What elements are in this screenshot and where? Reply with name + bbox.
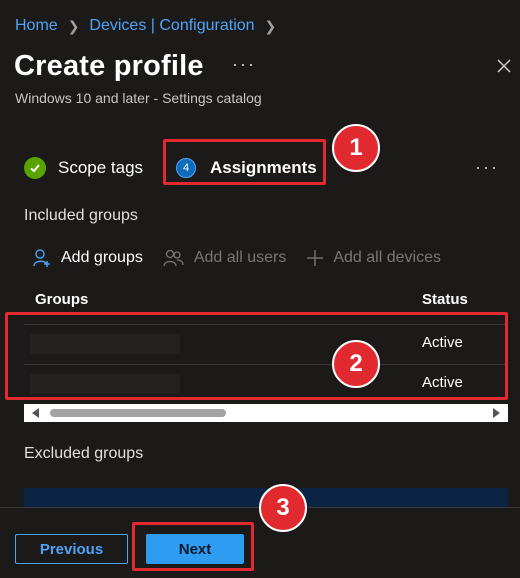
add-all-users-label: Add all users xyxy=(193,249,287,266)
group-icon xyxy=(163,248,185,268)
plus-icon xyxy=(306,249,324,267)
breadcrumb-home-link[interactable]: Home xyxy=(15,17,58,35)
page-subtitle: Windows 10 and later - Settings catalog xyxy=(15,90,262,106)
horizontal-scrollbar[interactable] xyxy=(24,404,508,422)
command-bar: Add groups Add all users Add all devices xyxy=(32,246,461,270)
add-all-devices-label: Add all devices xyxy=(333,249,441,266)
breadcrumb-devices-link[interactable]: Devices | Configuration xyxy=(89,17,254,35)
page-title: Create profile xyxy=(14,50,204,82)
tab-scope-tags-label: Scope tags xyxy=(58,158,144,177)
breadcrumb: Home ❯ Devices | Configuration ❯ xyxy=(15,14,286,38)
scroll-left-arrow-icon[interactable] xyxy=(32,408,39,418)
add-all-users-button[interactable]: Add all users xyxy=(163,248,287,268)
close-icon[interactable] xyxy=(494,56,514,76)
included-groups-label: Included groups xyxy=(24,207,138,224)
chevron-right-icon: ❯ xyxy=(67,17,80,34)
checkmark-icon xyxy=(24,157,46,179)
excluded-groups-label: Excluded groups xyxy=(24,445,144,462)
tab-scope-tags[interactable]: Scope tags xyxy=(24,156,143,180)
add-groups-button[interactable]: Add groups xyxy=(32,248,143,268)
add-user-icon xyxy=(32,248,52,268)
column-header-status[interactable]: Status xyxy=(422,291,468,308)
column-header-groups[interactable]: Groups xyxy=(35,291,88,308)
add-groups-label: Add groups xyxy=(61,249,143,266)
chevron-right-icon: ❯ xyxy=(264,17,277,34)
tabs-more-icon[interactable]: ··· xyxy=(475,157,499,178)
more-options-icon[interactable]: ··· xyxy=(232,54,256,75)
callout-highlight-assignments xyxy=(163,139,326,185)
scrollbar-thumb[interactable] xyxy=(50,409,226,417)
scroll-right-arrow-icon[interactable] xyxy=(493,408,500,418)
callout-badge: 3 xyxy=(259,484,307,532)
add-all-devices-button[interactable]: Add all devices xyxy=(306,249,441,267)
callout-highlight-groups xyxy=(5,312,508,400)
callout-badge: 1 xyxy=(332,124,380,172)
previous-button[interactable]: Previous xyxy=(15,534,128,564)
callout-badge: 2 xyxy=(332,340,380,388)
callout-highlight-next xyxy=(132,522,254,571)
